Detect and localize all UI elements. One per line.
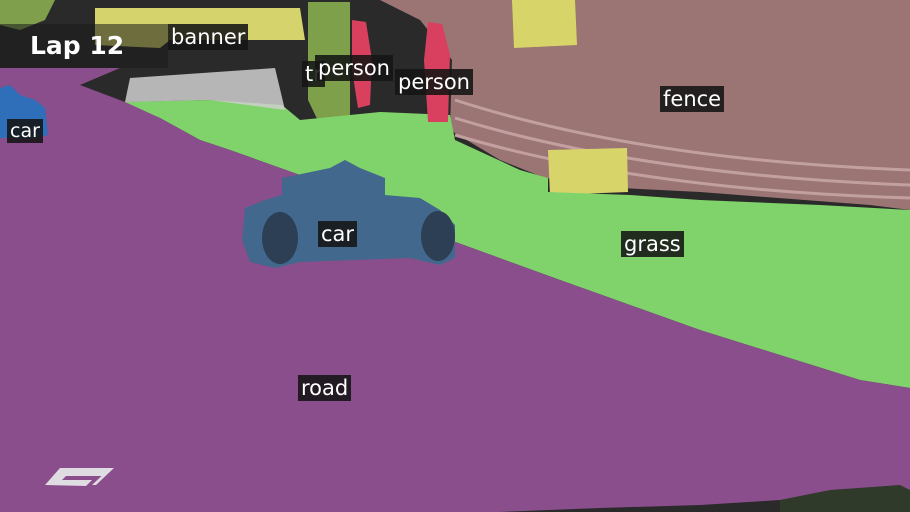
banner-region-3 [548,148,628,195]
label-road: road [298,375,352,401]
label-person-1: person [315,55,393,81]
banner-region-2 [512,0,577,48]
label-person-2: person [395,69,473,95]
main-car-wheel-right [421,211,455,261]
label-car-main: car [318,221,358,247]
label-fence: fence [660,86,725,112]
label-grass: grass [621,231,684,257]
main-car-wheel-left [262,212,298,264]
label-banner: banner [168,24,249,50]
label-car-left: car [7,119,43,143]
lap-counter: Lap 12 [30,31,125,60]
